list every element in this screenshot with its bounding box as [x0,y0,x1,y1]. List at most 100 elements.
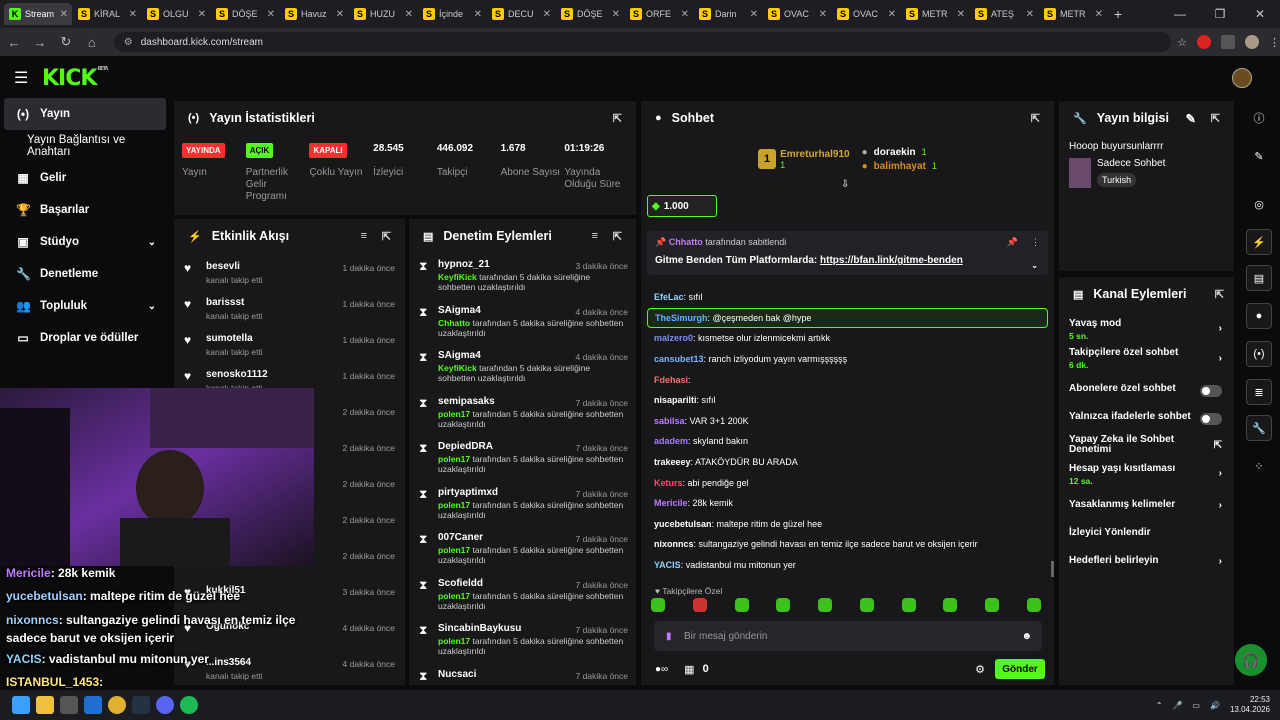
browser-tab[interactable]: S DÖŞE ✕ [556,3,624,25]
popout-icon[interactable]: ⇱ [613,230,622,243]
close-tab-icon[interactable]: ✕ [60,9,68,20]
edit-icon[interactable]: ✎ [1186,111,1196,126]
moderator-name[interactable]: polen17 [438,636,470,646]
back-button[interactable]: ← [2,35,26,50]
moderator-name[interactable]: KeyfiKick [438,363,477,373]
close-tab-icon[interactable]: ✕ [543,9,551,20]
pinned-by-user[interactable]: Chhatto [669,237,703,247]
channel-action-item[interactable]: Takipçilere özel sohbet 6 dk. › [1059,345,1234,375]
channel-action-item[interactable]: İzleyici Yönlendir [1059,520,1234,546]
chrome-icon[interactable] [108,696,126,714]
lightning-icon[interactable]: ⚡ [1246,229,1272,255]
kick-logo[interactable]: KICKBETA [42,66,109,91]
chat-username[interactable]: trakeeey [654,457,691,467]
browser-tab[interactable]: S OVAC ✕ [832,3,900,25]
more-tools-icon[interactable]: ⁘ [1246,453,1272,479]
close-tab-icon[interactable]: ✕ [474,9,482,20]
channel-action-item[interactable]: Yapay Zeka ile Sohbet Denetimi ⇱ [1059,432,1234,458]
hamburger-menu-icon[interactable]: ☰ [14,68,30,88]
sidebar-item[interactable]: 🏆 Başarılar [0,194,170,226]
moderator-name[interactable]: KeyfiKick [438,272,477,282]
bookmark-star-icon[interactable]: ☆ [1177,36,1187,49]
profile-avatar[interactable] [1244,35,1259,49]
close-tab-icon[interactable]: ✕ [957,9,965,20]
target-icon[interactable]: ◎ [1246,191,1272,217]
chat-username[interactable]: adadem [654,436,688,446]
moderator-name[interactable]: polen17 [438,545,470,555]
minimize-button[interactable]: — [1160,7,1200,21]
chat-settings-icon[interactable]: ⚙ [975,663,985,676]
chat-bubble-icon[interactable]: ● [1246,303,1272,329]
file-explorer-icon[interactable] [36,696,54,714]
close-tab-icon[interactable]: ✕ [129,9,137,20]
sidebar-item[interactable]: 👥 Topluluk ⌄ [0,290,170,322]
mic-tray-icon[interactable]: 🎤 [1172,701,1182,710]
close-tab-icon[interactable]: ✕ [198,9,206,20]
extension-red-icon[interactable] [1196,35,1211,49]
gift-box-icon[interactable]: ▦ [684,663,694,676]
feed-username[interactable]: barissst [206,297,263,308]
category-name[interactable]: Sadece Sohbet [1097,158,1165,169]
help-headset-icon[interactable]: 🎧 [1235,644,1267,676]
close-tab-icon[interactable]: ✕ [1026,9,1034,20]
close-tab-icon[interactable]: ✕ [267,9,275,20]
browser-tab[interactable]: S DECU ✕ [487,3,555,25]
forward-button[interactable]: → [28,35,52,50]
toggle-switch[interactable] [1200,385,1222,397]
url-field[interactable]: ⚙ dashboard.kick.com/stream [113,32,1172,52]
unpin-icon[interactable]: 📌 [1007,237,1018,248]
clock[interactable]: 22:53 13.04.2026 [1230,695,1270,715]
close-tab-icon[interactable]: ✕ [888,9,896,20]
emote-icon[interactable] [943,598,958,612]
emote-icon[interactable] [901,598,916,612]
close-tab-icon[interactable]: ✕ [336,9,344,20]
user-avatar[interactable] [1232,68,1252,88]
channel-action-item[interactable]: Yalnızca ifadelerle sohbet [1059,404,1234,430]
pen-icon[interactable]: ✎ [1246,143,1272,169]
sidebar-item[interactable]: Yayın Bağlantısı ve Anahtarı [0,130,170,162]
emote-icon[interactable] [651,598,665,612]
channel-action-item[interactable]: Hesap yaşı kısıtlaması 12 sa. › [1059,460,1234,490]
home-icon[interactable]: ⌂ [80,35,104,50]
steam-icon[interactable] [132,696,150,714]
extensions-icon[interactable] [1220,35,1235,49]
popout-icon[interactable]: ⇱ [382,230,391,243]
site-info-icon[interactable]: ⚙ [124,37,133,48]
chat-username[interactable]: Mericile [654,498,688,508]
chat-username[interactable]: yucebetulsan [654,519,712,529]
browser-tab[interactable]: S DÖŞE ✕ [211,3,279,25]
pinned-link[interactable]: https://bfan.link/gitme-benden [820,255,963,266]
chat-username[interactable]: nisaparilti [654,395,697,405]
browser-tab[interactable]: S ORFE ✕ [625,3,693,25]
reload-button[interactable]: ↻ [54,34,78,50]
emote-icon[interactable] [692,598,707,612]
points-icon[interactable]: ●∞ [655,664,668,675]
chat-username[interactable]: EfeLac [654,292,684,302]
chat-username[interactable]: Fdehasi [654,375,688,385]
chat-username[interactable]: nixonncs [654,539,694,549]
browser-tab[interactable]: S METR ✕ [901,3,969,25]
close-tab-icon[interactable]: ✕ [819,9,827,20]
channel-action-item[interactable]: Yavaş mod 5 sn. › [1059,315,1234,345]
browser-tab[interactable]: S METR ✕ [1039,3,1107,25]
toggle-switch[interactable] [1200,413,1222,425]
info-icon[interactable]: ⓘ [1246,105,1272,131]
chat-username[interactable]: TheSimurgh [655,313,708,323]
browser-tab[interactable]: S OLGU ✕ [142,3,210,25]
sidebar-item[interactable]: ▭ Droplar ve ödüller [0,322,170,354]
close-tab-icon[interactable]: ✕ [750,9,758,20]
emote-icon[interactable] [985,598,1000,612]
spotify-icon[interactable] [180,696,198,714]
browser-tab[interactable]: S KİRAL ✕ [73,3,141,25]
browser-tab[interactable]: S Darin ✕ [694,3,762,25]
close-tab-icon[interactable]: ✕ [612,9,620,20]
popout-icon[interactable]: ⇱ [1031,112,1040,125]
list-icon[interactable]: ≣ [1246,379,1272,405]
pinned-menu-icon[interactable]: ⋮ [1031,237,1040,248]
popout-icon[interactable]: ⇱ [613,112,622,125]
emote-icon[interactable] [818,598,833,612]
sub-goal-badge[interactable]: ◆ 1.000 [647,195,717,217]
broadcast-icon[interactable]: (•) [1246,341,1272,367]
discord-icon[interactable] [156,696,174,714]
chat-username[interactable]: malzero0 [654,333,693,343]
